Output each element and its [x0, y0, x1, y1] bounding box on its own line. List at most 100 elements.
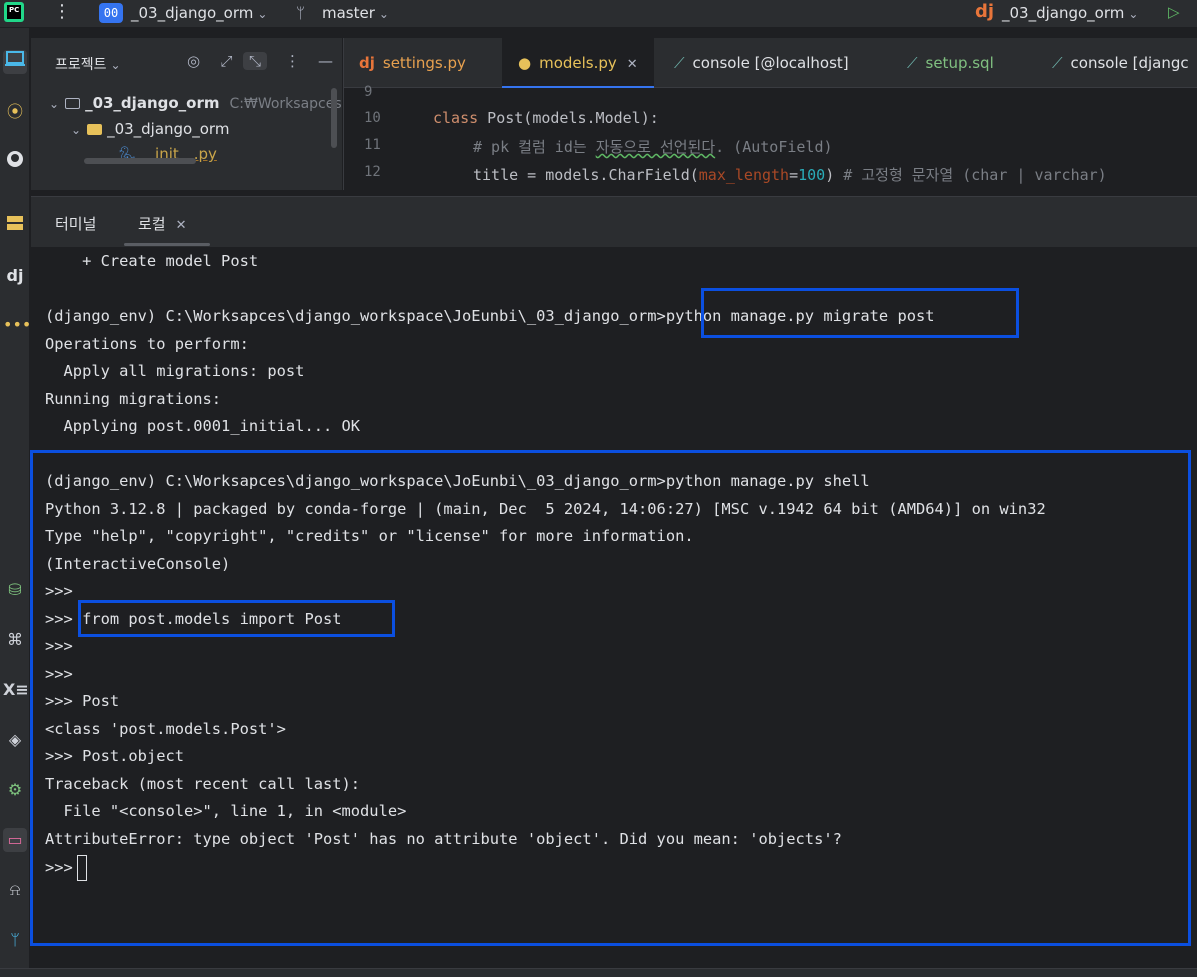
project-panel-header[interactable]: 프로젝트 ⌄	[55, 54, 121, 74]
terminal-line: >>>	[45, 582, 73, 600]
tab-label: settings.py	[382, 54, 466, 72]
terminal-line: File "<console>", line 1, in <module>	[45, 802, 407, 820]
tree-item-package[interactable]: ⌄ _03_django_orm	[71, 120, 229, 138]
terminal-line: >>>	[45, 637, 73, 655]
terminal-line: (django_env) C:\Worksapces\django_worksp…	[45, 307, 935, 325]
tree-item-label: _03_django_orm	[107, 120, 230, 138]
python-console-icon[interactable]: ⌘	[3, 628, 27, 652]
django-icon: dj	[359, 54, 375, 72]
terminal-line: + Create model Post	[45, 252, 259, 270]
terminal-prompt-line[interactable]: >>>	[45, 855, 87, 881]
terminal-line: Python 3.12.8 | packaged by conda-forge …	[45, 500, 1046, 518]
tab-setup-sql[interactable]: ⟋ setup.sql	[907, 38, 994, 88]
pycharm-logo-icon[interactable]: PC	[4, 2, 24, 22]
chevron-down-icon: ⌄	[257, 7, 268, 21]
terminal-title: 터미널	[55, 215, 97, 233]
tab-local[interactable]: 로컬 ✕	[138, 213, 187, 234]
line-number: 10	[364, 110, 381, 126]
hide-icon[interactable]: —	[309, 52, 342, 70]
terminal-line: >>> from post.models import Post	[45, 610, 342, 628]
layers-icon[interactable]: ◈	[3, 728, 27, 752]
terminal-line: >>>	[45, 665, 73, 683]
run-config-selector[interactable]: _03_django_orm ⌄	[1002, 4, 1138, 22]
terminal-line: >>> Post.object	[45, 747, 184, 765]
line-number: 11	[364, 137, 381, 153]
more-icon[interactable]: •••	[3, 313, 31, 337]
python-file-icon: ●	[518, 54, 532, 72]
tab-console-localhost[interactable]: ⟋ console [@localhost]	[674, 38, 849, 88]
github-icon[interactable]	[3, 150, 27, 174]
terminal-line: Apply all migrations: post	[45, 362, 305, 380]
tab-label: console [djangc	[1070, 54, 1189, 72]
folder-icon	[87, 124, 103, 135]
project-name: _03_django_orm	[131, 4, 254, 22]
chevron-down-icon: ⌄	[71, 123, 82, 137]
project-badge[interactable]: 00	[99, 3, 123, 23]
console-icon: ⟋	[1052, 54, 1063, 72]
title-bar: PC ⋮ 00 _03_django_orm ⌄ ᛘ master ⌄ dj _03…	[0, 0, 1197, 28]
tool-window-bar: ⦿ dj ••• ⛁ ⌘ X≡ ◈ ⚙ ▭ ⍾ ᛘ	[0, 28, 31, 968]
project-panel-toolbar: ◎ ⤢ ⤡ ⋮ —	[177, 52, 342, 70]
locate-icon[interactable]: ◎	[177, 52, 210, 70]
git-icon[interactable]: ᛘ	[3, 928, 27, 952]
tab-label: 로컬	[138, 215, 166, 233]
collapse-icon[interactable]: ⤡	[243, 52, 267, 70]
close-icon[interactable]: ✕	[176, 218, 187, 233]
notifications-icon[interactable]: ⍾	[3, 878, 27, 902]
line-number: 12	[364, 164, 381, 180]
terminal-line: Running migrations:	[45, 390, 222, 408]
terminal-line: Operations to perform:	[45, 335, 249, 353]
run-config-name: _03_django_orm	[1002, 4, 1125, 22]
structure-icon[interactable]	[3, 214, 27, 238]
project-panel-title: 프로젝트	[55, 57, 107, 73]
terminal-line: <class 'post.models.Post'>	[45, 720, 286, 738]
tree-item-path: C:₩Worksapces	[229, 96, 342, 112]
django-icon[interactable]: dj	[3, 264, 27, 288]
active-tab-indicator	[124, 243, 210, 246]
terminal-icon[interactable]: ▭	[3, 828, 27, 852]
main-menu-icon[interactable]: ⋮	[52, 0, 72, 26]
terminal-line: Traceback (most recent call last):	[45, 775, 361, 793]
console-icon: ⟋	[674, 54, 685, 72]
excel-icon[interactable]: X≡	[3, 678, 29, 702]
close-icon[interactable]: ✕	[627, 57, 638, 72]
tree-item-root[interactable]: ⌄ _03_django_orm C:₩Worksapces	[49, 94, 342, 112]
terminal-cursor	[76, 855, 87, 881]
status-bar	[0, 968, 1197, 977]
tab-label: models.py	[539, 54, 617, 72]
terminal-line: Type "help", "copyright", "credits" or "…	[45, 527, 694, 545]
vertical-scrollbar[interactable]	[331, 88, 337, 148]
horizontal-scrollbar[interactable]	[84, 158, 196, 164]
tab-models[interactable]: ● models.py ✕	[502, 38, 654, 88]
tree-item-label: _03_django_orm	[85, 94, 220, 112]
branch-selector[interactable]: master ⌄	[322, 4, 389, 22]
tab-settings[interactable]: dj settings.py	[359, 38, 466, 88]
options-icon[interactable]: ⋮	[276, 52, 309, 70]
code-line-11[interactable]: # pk 컬럼 id는 자동으로 선언된다. (AutoField)	[473, 136, 833, 157]
settings-icon[interactable]: ⚙	[3, 778, 27, 802]
branch-name: master	[322, 4, 375, 22]
line-gutter: 9 10 11 12	[344, 84, 404, 190]
terminal-line: Applying post.0001_initial... OK	[45, 417, 361, 435]
terminal-line: (django_env) C:\Worksapces\django_worksp…	[45, 472, 870, 490]
computer-icon[interactable]	[3, 50, 27, 74]
project-panel: 프로젝트 ⌄ ◎ ⤢ ⤡ ⋮ — ⌄ _03_django_orm C:₩Worksapces…	[31, 38, 342, 190]
code-line-10[interactable]: class Post(models.Model):	[433, 109, 659, 127]
editor-tabs: dj settings.py ● models.py ✕ ⟋ console [@loc…	[344, 38, 1197, 88]
database-add-icon[interactable]: ⛁	[3, 578, 27, 602]
commit-icon[interactable]: ⦿	[3, 100, 27, 124]
terminal-output[interactable]: + Create model Post (django_env) C:\Work…	[31, 247, 1197, 967]
project-selector[interactable]: _03_django_orm ⌄	[131, 4, 267, 22]
chevron-down-icon: ⌄	[378, 7, 389, 21]
line-number: 9	[364, 84, 373, 100]
chevron-down-icon: ⌄	[110, 58, 121, 72]
terminal-panel: 터미널 로컬 ✕ + Create model Post (django_env)…	[31, 196, 1197, 977]
tab-console-django[interactable]: ⟋ console [djangc	[1052, 38, 1189, 88]
terminal-tabs: 터미널 로컬 ✕	[31, 197, 1197, 247]
expand-icon[interactable]: ⤢	[210, 52, 243, 70]
terminal-prompt: >>>	[45, 858, 73, 877]
tab-label: setup.sql	[925, 54, 994, 72]
run-icon[interactable]: ▷	[1168, 3, 1180, 21]
code-line-12[interactable]: title = models.CharField(max_length=100)…	[473, 164, 1107, 185]
django-icon: dj	[975, 1, 995, 22]
